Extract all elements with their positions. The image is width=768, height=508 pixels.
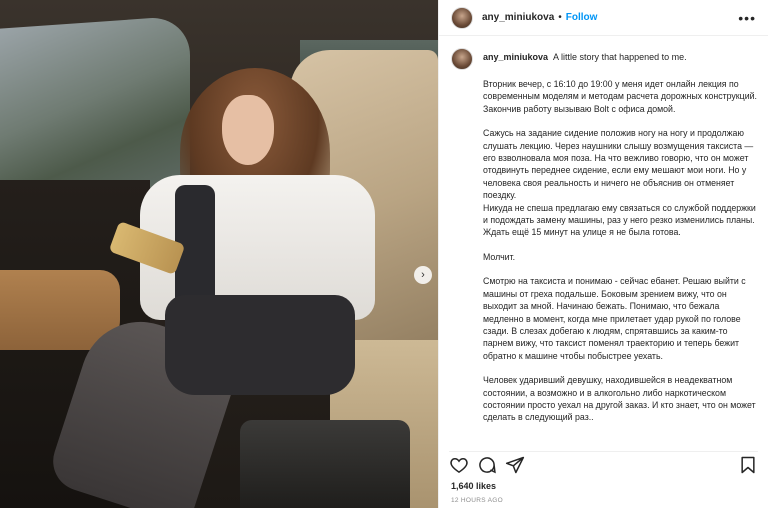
next-photo-button[interactable]: › (414, 266, 432, 284)
action-bar (449, 451, 758, 475)
avatar[interactable] (451, 6, 473, 29)
caption-paragraph: Молчит. (483, 251, 516, 262)
caption-body: Вторник вечер, с 16:10 до 19:00 у меня и… (483, 78, 758, 424)
separator-dot: • (558, 12, 562, 23)
caption-intro: A little story that happened to me. (553, 52, 687, 62)
caption-paragraph: Сажусь на задание сидение положив ногу н… (483, 128, 756, 238)
car-window (0, 15, 190, 204)
heart-icon[interactable] (449, 455, 469, 475)
caption-intro-line: any_miniukova A little story that happen… (483, 46, 687, 64)
share-icon[interactable] (505, 455, 525, 475)
caption-username[interactable]: any_miniukova (483, 52, 548, 62)
post-header: any_miniukova • Follow ••• (439, 0, 768, 36)
follow-button[interactable]: Follow (566, 12, 598, 23)
face (222, 95, 274, 165)
caption-paragraph: Вторник вечер, с 16:10 до 19:00 у меня и… (483, 79, 757, 114)
skirt (165, 295, 355, 395)
comment-icon[interactable] (477, 455, 497, 475)
post-panel: any_miniukova • Follow ••• any_miniukova… (438, 0, 768, 508)
post-photo[interactable]: › (0, 0, 438, 508)
likes-count[interactable]: 1,640 likes (451, 481, 496, 491)
header-username[interactable]: any_miniukova (482, 12, 554, 23)
caption-header: any_miniukova A little story that happen… (451, 46, 758, 70)
bookmark-icon[interactable] (738, 455, 758, 475)
more-options-icon[interactable]: ••• (738, 10, 756, 26)
comments-area[interactable]: any_miniukova A little story that happen… (451, 46, 758, 444)
caption-paragraph: Смотрю на таксиста и понимаю - сейчас еб… (483, 276, 746, 361)
post-timestamp[interactable]: 12 HOURS AGO (451, 497, 503, 504)
caption-avatar[interactable] (451, 48, 473, 70)
caption-paragraph: Человек ударивший девушку, находившейся … (483, 375, 756, 423)
center-console (240, 420, 410, 508)
